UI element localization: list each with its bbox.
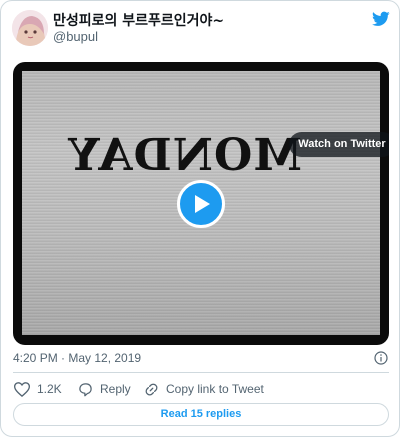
link-icon: [145, 383, 158, 395]
tweet-card: 만성피로의 부르푸르인거야~ @bupul MONDAY Watch on Tw…: [0, 0, 400, 437]
twitter-bird-icon[interactable]: [372, 11, 390, 27]
play-icon[interactable]: [177, 180, 225, 228]
divider: [13, 372, 389, 373]
avatar[interactable]: [12, 10, 48, 46]
display-name[interactable]: 만성피로의 부르푸르인거야~: [53, 10, 224, 30]
like-button[interactable]: 1.2K: [14, 381, 62, 397]
like-count: 1.2K: [37, 382, 62, 396]
heart-icon: [14, 381, 30, 397]
video-text: MONDAY: [67, 130, 302, 181]
tweet-timestamp[interactable]: 4:20 PM · May 12, 2019: [13, 351, 141, 365]
reply-icon: [79, 382, 92, 396]
info-icon[interactable]: [374, 351, 388, 365]
copy-link-button[interactable]: Copy link to Tweet: [144, 381, 264, 397]
reply-label: Reply: [100, 382, 131, 396]
reply-button[interactable]: Reply: [78, 381, 131, 397]
watch-on-twitter-button[interactable]: Watch on Twitter: [289, 132, 389, 157]
read-replies-button[interactable]: Read 15 replies: [13, 403, 389, 426]
copy-link-label: Copy link to Tweet: [166, 382, 264, 396]
user-handle[interactable]: @bupul: [53, 29, 98, 44]
